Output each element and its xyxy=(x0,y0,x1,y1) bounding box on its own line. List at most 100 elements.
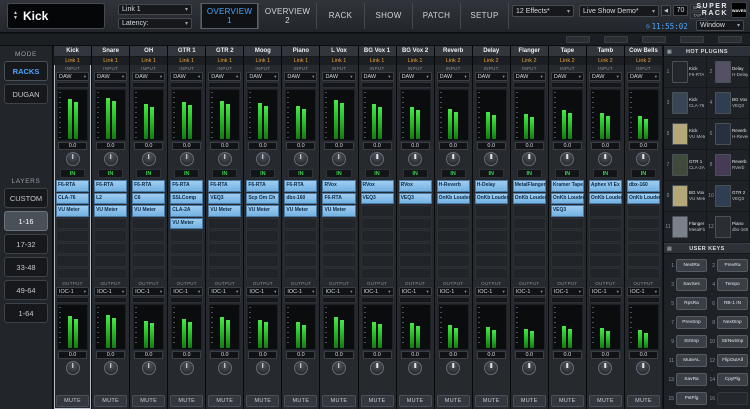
output-gain-knob[interactable] xyxy=(180,361,194,375)
layer-button-1-16[interactable]: 1-16 xyxy=(4,211,48,231)
output-dest-dropdown[interactable]: IOC-1 ▾ xyxy=(513,287,546,296)
plugin-slot-empty[interactable] xyxy=(399,243,432,255)
plugin-slot-vu-meter[interactable]: VU Meter xyxy=(246,205,279,217)
hot-plugin-8[interactable]: 8 Reverb RVerb xyxy=(707,150,750,181)
toolbar-button[interactable] xyxy=(604,36,628,43)
output-gain-knob[interactable] xyxy=(598,361,612,375)
channel-name[interactable]: Tape xyxy=(549,46,586,57)
input-in-button[interactable]: IN xyxy=(555,169,580,178)
output-gain-value[interactable]: 0.0 xyxy=(210,351,239,359)
plugin-slot-empty[interactable] xyxy=(94,230,127,242)
input-gain-knob[interactable] xyxy=(636,152,650,166)
plugin-slot-f6-rta[interactable]: F6-RTA xyxy=(94,180,127,192)
plugin-slot-empty[interactable] xyxy=(56,218,89,230)
output-gain-value[interactable]: 0.0 xyxy=(439,351,468,359)
input-in-button[interactable]: IN xyxy=(250,169,275,178)
output-gain-knob[interactable] xyxy=(142,361,156,375)
plugin-slot-onkb-louder[interactable]: OnKb Louder xyxy=(513,193,546,205)
input-source-dropdown[interactable]: DAW ▾ xyxy=(551,72,584,81)
input-in-button[interactable]: IN xyxy=(174,169,199,178)
mute-button[interactable]: MUTE xyxy=(56,395,89,407)
input-gain-value[interactable]: 0.0 xyxy=(286,142,315,150)
layer-button-33-48[interactable]: 33-48 xyxy=(4,257,48,277)
plugin-slot-empty[interactable] xyxy=(551,268,584,280)
user-key-button[interactable]: StrNwSnp xyxy=(717,335,748,348)
hot-plugin-9[interactable]: 9 BG Vox 1 VU Meter xyxy=(664,181,707,212)
channel-name[interactable]: Cow Bells xyxy=(625,46,662,57)
channel-name[interactable]: GTR 2 xyxy=(206,46,243,57)
output-gain-value[interactable]: 0.0 xyxy=(286,351,315,359)
bpm-value[interactable]: 70 xyxy=(673,5,688,16)
plugin-slot-empty[interactable] xyxy=(589,205,622,217)
session-dropdown[interactable]: Live Show Demo* ▾ xyxy=(579,5,659,17)
input-in-button[interactable]: IN xyxy=(60,169,85,178)
plugin-slot-f6-rta[interactable]: F6-RTA xyxy=(284,180,317,192)
plugin-slot-empty[interactable] xyxy=(56,243,89,255)
input-source-dropdown[interactable]: DAW ▾ xyxy=(513,72,546,81)
channel-name[interactable]: Kick xyxy=(54,46,91,57)
layer-button-17-32[interactable]: 17-32 xyxy=(4,234,48,254)
output-dest-dropdown[interactable]: IOC-1 ▾ xyxy=(132,287,165,296)
output-dest-dropdown[interactable]: IOC-1 ▾ xyxy=(322,287,355,296)
plugin-slot-empty[interactable] xyxy=(475,205,508,217)
output-gain-value[interactable]: 0.0 xyxy=(477,351,506,359)
output-gain-knob[interactable] xyxy=(104,361,118,375)
mute-button[interactable]: MUTE xyxy=(246,395,279,407)
plugin-slot-rvox[interactable]: RVox xyxy=(361,180,394,192)
input-gain-value[interactable]: 0.0 xyxy=(477,142,506,150)
mode-button-dugan[interactable]: DUGAN xyxy=(4,84,48,104)
plugin-slot-empty[interactable] xyxy=(132,230,165,242)
output-dest-dropdown[interactable]: IOC-1 ▾ xyxy=(437,287,470,296)
plugin-slot-empty[interactable] xyxy=(437,255,470,267)
plugin-slot-empty[interactable] xyxy=(170,230,203,242)
mute-button[interactable]: MUTE xyxy=(399,395,432,407)
input-source-dropdown[interactable]: DAW ▾ xyxy=(94,72,127,81)
plugin-slot-empty[interactable] xyxy=(589,255,622,267)
input-gain-knob[interactable] xyxy=(522,152,536,166)
input-source-dropdown[interactable]: DAW ▾ xyxy=(399,72,432,81)
plugin-slot-empty[interactable] xyxy=(246,255,279,267)
output-gain-value[interactable]: 0.0 xyxy=(58,351,87,359)
input-in-button[interactable]: IN xyxy=(593,169,618,178)
latency-dropdown[interactable]: Latency: ▾ xyxy=(118,18,192,29)
output-gain-value[interactable]: 0.0 xyxy=(134,351,163,359)
channel-name[interactable]: L Vox xyxy=(320,46,357,57)
input-gain-value[interactable]: 0.0 xyxy=(210,142,239,150)
plugin-slot-f6-rta[interactable]: F6-RTA xyxy=(56,180,89,192)
plugin-slot-l2[interactable]: L2 xyxy=(94,193,127,205)
plugin-slot-kramer-tape[interactable]: Kramer Tape xyxy=(551,180,584,192)
input-gain-value[interactable]: 0.0 xyxy=(248,142,277,150)
plugin-slot-vu-meter[interactable]: VU Meter xyxy=(284,205,317,217)
plugin-slot-dbx-160[interactable]: dbx-160 xyxy=(284,193,317,205)
plugin-slot-empty[interactable] xyxy=(246,218,279,230)
plugin-slot-empty[interactable] xyxy=(627,268,660,280)
chevron-down-icon[interactable]: ▼ xyxy=(13,16,18,22)
plugin-slot-f6-rta[interactable]: F6-RTA xyxy=(246,180,279,192)
output-dest-dropdown[interactable]: IOC-1 ▾ xyxy=(589,287,622,296)
plugin-slot-empty[interactable] xyxy=(361,255,394,267)
tab-overview-2[interactable]: OVERVIEW 2 xyxy=(259,3,317,29)
mute-button[interactable]: MUTE xyxy=(589,395,622,407)
mute-button[interactable]: MUTE xyxy=(475,395,508,407)
plugin-slot-empty[interactable] xyxy=(208,243,241,255)
plugin-slot-empty[interactable] xyxy=(322,268,355,280)
plugin-slot-empty[interactable] xyxy=(56,230,89,242)
output-gain-knob[interactable] xyxy=(218,361,232,375)
hot-plugin-12[interactable]: 12 Piano dbx-160 xyxy=(707,212,750,243)
plugin-slot-empty[interactable] xyxy=(361,218,394,230)
prev-arrow-button[interactable]: ◀ xyxy=(661,5,671,16)
channel-name[interactable]: Moog xyxy=(244,46,281,57)
channel-name[interactable]: Tamb xyxy=(587,46,624,57)
input-source-dropdown[interactable]: DAW ▾ xyxy=(627,72,660,81)
tab-overview-1[interactable]: OVERVIEW 1 xyxy=(201,3,259,29)
plugin-slot-dbx-160[interactable]: dbx-160 xyxy=(627,180,660,192)
plugin-slot-rvox[interactable]: RVox xyxy=(399,180,432,192)
plugin-slot-empty[interactable] xyxy=(284,268,317,280)
input-gain-knob[interactable] xyxy=(256,152,270,166)
user-key-button[interactable]: SavSes xyxy=(676,278,707,291)
input-gain-value[interactable]: 0.0 xyxy=(96,142,125,150)
plugin-slot-empty[interactable] xyxy=(170,243,203,255)
channel-name[interactable]: Snare xyxy=(92,46,129,57)
hot-plugin-1[interactable]: 1 Kick F6-RTA xyxy=(664,57,707,88)
input-in-button[interactable]: IN xyxy=(631,169,656,178)
